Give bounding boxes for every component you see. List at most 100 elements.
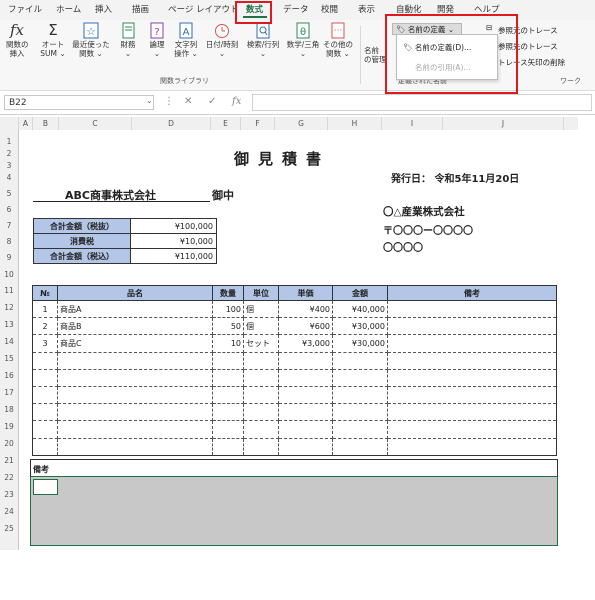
cell-price[interactable]: ¥400 <box>278 300 333 319</box>
row-header[interactable]: 14 <box>0 337 18 346</box>
worksheet[interactable]: 御見積書 発行日： 令和5年11月20日 ABC商事株式会社 御中 〇△産業株式… <box>19 130 578 550</box>
cell-name[interactable] <box>57 352 213 370</box>
row-header[interactable]: 17 <box>0 388 18 397</box>
column-header[interactable]: F <box>241 117 275 130</box>
cell-remarks[interactable] <box>387 334 557 353</box>
cell-qty[interactable] <box>212 420 244 439</box>
cell-price[interactable] <box>278 420 333 439</box>
row-header[interactable]: 19 <box>0 422 18 431</box>
cell-unit[interactable] <box>243 403 279 422</box>
lookup-button[interactable]: 検索/行列 ⌄ <box>244 22 282 58</box>
row-header[interactable]: 10 <box>0 270 18 279</box>
cell-no[interactable] <box>32 438 58 456</box>
cell-no[interactable] <box>32 352 58 370</box>
cell-name[interactable] <box>57 369 213 387</box>
remarks-area[interactable] <box>30 476 558 546</box>
cell-name[interactable]: 商品C <box>57 334 213 353</box>
column-header[interactable]: J <box>443 117 564 130</box>
row-header[interactable]: 21 <box>0 456 18 465</box>
cell-no[interactable]: 1 <box>32 300 58 319</box>
name-box[interactable]: B22 <box>4 95 154 110</box>
enter-check-icon[interactable]: ✓ <box>208 96 216 107</box>
row-header[interactable]: 1 <box>0 137 18 146</box>
text-button[interactable]: A 文字列 操作 ⌄ <box>172 22 200 58</box>
row-header[interactable]: 12 <box>0 303 18 312</box>
cell-unit[interactable]: 個 <box>243 317 279 336</box>
row-header[interactable]: 25 <box>0 524 18 533</box>
cell-amount[interactable]: ¥30,000 <box>332 317 388 336</box>
cell-qty[interactable]: 100 <box>212 300 244 319</box>
tab-view[interactable]: 表示 <box>358 3 375 15</box>
cell-remarks[interactable] <box>387 369 557 387</box>
cell-unit[interactable] <box>243 369 279 387</box>
tab-file[interactable]: ファイル <box>8 3 42 15</box>
cell-amount[interactable]: ¥30,000 <box>332 334 388 353</box>
more-functions-button[interactable]: ··· その他の 関数 ⌄ <box>323 22 353 58</box>
cell-remarks[interactable] <box>387 317 557 336</box>
cell-qty[interactable] <box>212 352 244 370</box>
insert-function-icon[interactable]: fx <box>232 96 241 107</box>
column-header[interactable]: B <box>33 117 59 130</box>
row-header[interactable]: 2 <box>0 149 18 158</box>
cancel-icon[interactable]: ✕ <box>184 96 192 107</box>
cell-name[interactable]: 商品B <box>57 317 213 336</box>
cell-remarks[interactable] <box>387 386 557 405</box>
tab-page-layout[interactable]: ページ レイアウト <box>168 3 239 15</box>
insert-function-button[interactable]: fx 関数の 挿入 <box>6 22 29 59</box>
cell-name[interactable] <box>57 386 213 405</box>
tab-data[interactable]: データ <box>283 3 309 15</box>
row-header[interactable]: 23 <box>0 490 18 499</box>
cell-price[interactable] <box>278 438 333 456</box>
cell-price[interactable] <box>278 386 333 405</box>
row-header[interactable]: 22 <box>0 473 18 482</box>
cell-qty[interactable]: 50 <box>212 317 244 336</box>
cell-unit[interactable] <box>243 420 279 439</box>
cell-amount[interactable] <box>332 352 388 370</box>
row-header[interactable]: 11 <box>0 286 18 295</box>
column-header[interactable]: G <box>275 117 328 130</box>
column-header[interactable]: D <box>132 117 211 130</box>
cell-qty[interactable] <box>212 386 244 405</box>
cell-name[interactable]: 商品A <box>57 300 213 319</box>
row-header[interactable]: 9 <box>0 253 18 262</box>
cell-price[interactable] <box>278 403 333 422</box>
row-header[interactable]: 16 <box>0 371 18 380</box>
column-header[interactable]: H <box>328 117 382 130</box>
cell-remarks[interactable] <box>387 438 557 456</box>
cell-no[interactable]: 2 <box>32 317 58 336</box>
cell-unit[interactable] <box>243 438 279 456</box>
row-header[interactable]: 20 <box>0 439 18 448</box>
column-header[interactable]: E <box>211 117 241 130</box>
column-header[interactable]: I <box>382 117 443 130</box>
logical-button[interactable]: ? 論理 ⌄ <box>146 22 168 58</box>
cell-unit[interactable]: セット <box>243 334 279 353</box>
name-manager-button[interactable]: 名前 の管理 <box>364 46 387 64</box>
tab-home[interactable]: ホーム <box>56 3 81 15</box>
cell-name[interactable] <box>57 420 213 439</box>
recently-used-button[interactable]: ☆ 最近使った 関数 ⌄ <box>72 22 110 58</box>
row-header[interactable]: 15 <box>0 354 18 363</box>
cell-no[interactable]: 3 <box>32 334 58 353</box>
cell-unit[interactable] <box>243 386 279 405</box>
cell-unit[interactable] <box>243 352 279 370</box>
cell-amount[interactable] <box>332 403 388 422</box>
cell-no[interactable] <box>32 403 58 422</box>
cell-no[interactable] <box>32 369 58 387</box>
tab-draw[interactable]: 描画 <box>132 3 149 15</box>
tab-insert[interactable]: 挿入 <box>95 3 112 15</box>
cell-remarks[interactable] <box>387 300 557 319</box>
cell-amount[interactable] <box>332 369 388 387</box>
cell-unit[interactable]: 個 <box>243 300 279 319</box>
row-header[interactable]: 8 <box>0 237 18 246</box>
cell-price[interactable]: ¥600 <box>278 317 333 336</box>
cell-remarks[interactable] <box>387 403 557 422</box>
cell-remarks[interactable] <box>387 352 557 370</box>
name-box-dropdown-icon[interactable]: ⌄ <box>146 96 153 105</box>
cell-qty[interactable] <box>212 403 244 422</box>
column-header[interactable]: C <box>59 117 132 130</box>
cell-no[interactable] <box>32 420 58 439</box>
financial-button[interactable]: 財務 ⌄ <box>116 22 140 58</box>
row-header[interactable]: 7 <box>0 221 18 230</box>
cell-price[interactable]: ¥3,000 <box>278 334 333 353</box>
cell-remarks[interactable] <box>387 420 557 439</box>
